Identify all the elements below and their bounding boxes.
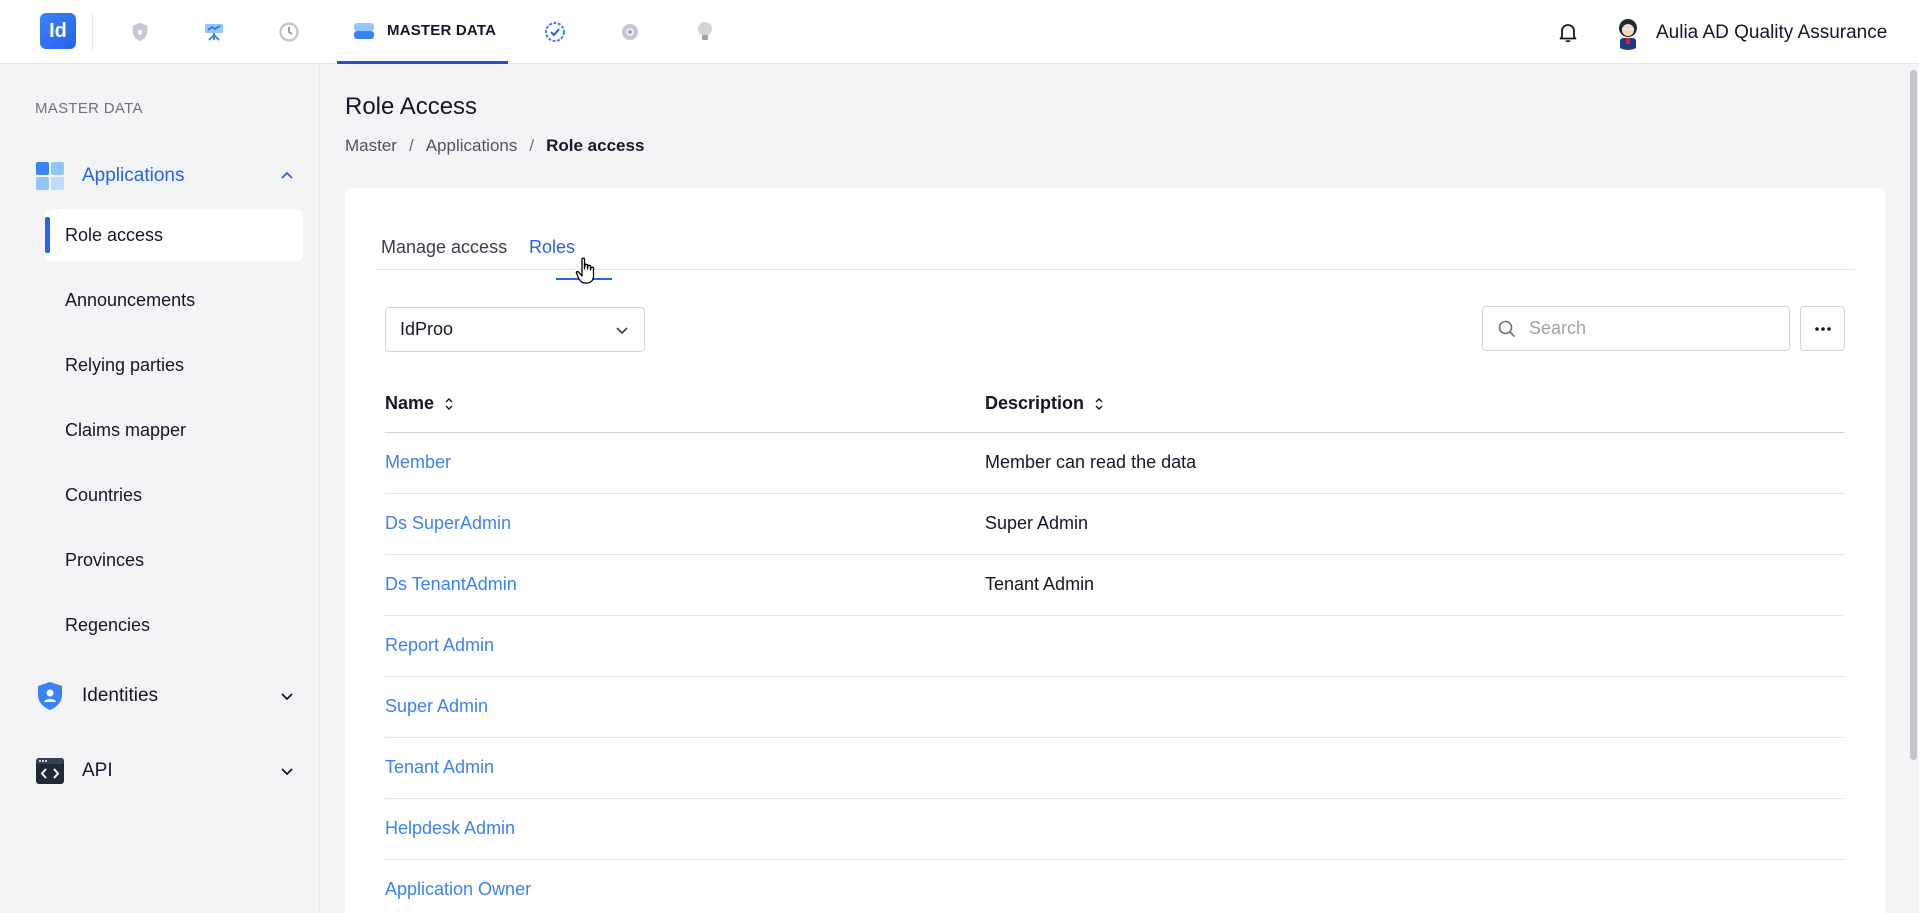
column-header-label: Description <box>985 393 1085 413</box>
sidebar-item-regencies[interactable]: Regencies <box>45 599 303 651</box>
table-row: Member Member can read the data <box>385 433 1845 494</box>
breadcrumb-item[interactable]: Master <box>345 136 397 156</box>
table-header: Name Description <box>385 393 1845 433</box>
sidebar-item-role-access[interactable]: Role access <box>45 209 303 261</box>
app-logo[interactable]: Id <box>40 13 76 49</box>
table-row: Helpdesk Admin <box>385 799 1845 860</box>
chevron-down-icon <box>616 326 628 334</box>
content-card: Manage access Roles IdProo Name Descript… <box>345 188 1885 913</box>
breadcrumb-current: Role access <box>546 136 645 155</box>
sidebar-group-api[interactable]: API <box>35 753 295 789</box>
sidebar-group-label: Identities <box>82 685 159 706</box>
role-name-link[interactable]: Member <box>385 452 451 473</box>
role-name-link[interactable]: Super Admin <box>385 696 488 717</box>
sort-icon <box>1095 397 1103 410</box>
role-description: Tenant Admin <box>985 574 1095 594</box>
role-name-link[interactable]: Ds TenantAdmin <box>385 574 517 595</box>
sidebar-item-label: Countries <box>65 484 143 505</box>
sidebar-item-provinces[interactable]: Provinces <box>45 534 303 586</box>
nav-master-data-label: MASTER DATA <box>387 22 497 39</box>
search-input[interactable] <box>1529 318 1769 339</box>
role-name-link[interactable]: Application Owner <box>385 879 531 900</box>
identity-shield-icon <box>38 682 62 710</box>
hand-cursor-icon <box>575 257 597 285</box>
table-row: Application Owner <box>385 860 1845 913</box>
breadcrumb: Master / Applications / Role access <box>345 136 644 156</box>
tab-manage-access[interactable]: Manage access <box>381 228 507 270</box>
history-icon[interactable] <box>275 18 303 46</box>
table-row: Tenant Admin <box>385 738 1845 799</box>
scrollbar-thumb[interactable] <box>1910 70 1917 760</box>
top-navigation-bar: Id MASTER DATA Aulia AD Quality Assuranc… <box>0 0 1919 64</box>
table-row: Ds TenantAdmin Tenant Admin <box>385 555 1845 616</box>
logo-text: Id <box>49 19 67 42</box>
nav-master-data[interactable]: MASTER DATA <box>337 0 508 64</box>
shield-icon[interactable] <box>126 18 154 46</box>
check-badge-icon[interactable] <box>541 18 569 46</box>
sidebar: MASTER DATA Applications Role access Ann… <box>0 64 320 913</box>
applications-icon <box>36 162 64 190</box>
table-row: Report Admin <box>385 616 1845 677</box>
tab-bar: Manage access Roles <box>375 228 1855 270</box>
role-name-link[interactable]: Report Admin <box>385 635 494 656</box>
table-row: Ds SuperAdmin Super Admin <box>385 494 1845 555</box>
sidebar-section-label: MASTER DATA <box>35 100 143 117</box>
sidebar-group-identities[interactable]: Identities <box>35 678 295 714</box>
user-name[interactable]: Aulia AD Quality Assurance <box>1656 22 1887 44</box>
sidebar-item-label: Provinces <box>65 549 145 570</box>
sidebar-group-applications[interactable]: Applications <box>35 158 295 194</box>
ellipsis-icon <box>1814 326 1831 331</box>
sidebar-item-claims-mapper[interactable]: Claims mapper <box>45 404 303 456</box>
table-body: Member Member can read the data Ds SuperA… <box>385 433 1845 913</box>
divider <box>92 14 93 50</box>
application-select[interactable]: IdProo <box>385 307 645 352</box>
sidebar-item-label: Claims mapper <box>65 419 187 440</box>
column-header-description[interactable]: Description <box>985 393 1104 414</box>
role-name-link[interactable]: Ds SuperAdmin <box>385 513 511 534</box>
bell-icon[interactable] <box>1556 20 1580 44</box>
sidebar-item-label: Relying parties <box>65 354 185 375</box>
sidebar-item-label: Role access <box>65 224 164 245</box>
column-header-name[interactable]: Name <box>385 393 454 414</box>
role-name-link[interactable]: Helpdesk Admin <box>385 818 515 839</box>
sidebar-item-announcements[interactable]: Announcements <box>45 274 303 326</box>
breadcrumb-item[interactable]: Applications <box>426 136 518 156</box>
sidebar-group-label: API <box>82 760 113 781</box>
sidebar-item-relying-parties[interactable]: Relying parties <box>45 339 303 391</box>
code-window-icon <box>36 758 64 784</box>
search-icon <box>1498 320 1516 337</box>
breadcrumb-separator: / <box>408 136 414 155</box>
chevron-up-icon <box>281 171 293 179</box>
table-row: Super Admin <box>385 677 1845 738</box>
chevron-down-icon <box>281 768 293 776</box>
sidebar-group-label: Applications <box>82 165 185 186</box>
master-data-icon <box>354 22 374 39</box>
application-select-value: IdProo <box>400 319 454 339</box>
sidebar-item-label: Announcements <box>65 289 196 310</box>
sidebar-item-label: Regencies <box>65 614 151 635</box>
role-name-link[interactable]: Tenant Admin <box>385 757 494 778</box>
sort-icon <box>445 397 453 410</box>
search-box[interactable] <box>1482 306 1790 351</box>
role-description: Super Admin <box>985 513 1089 533</box>
breadcrumb-separator: / <box>529 136 535 155</box>
more-options-button[interactable] <box>1800 306 1845 351</box>
bulb-icon[interactable] <box>691 18 719 46</box>
dashboard-icon[interactable] <box>200 18 228 46</box>
page-title: Role Access <box>345 93 478 120</box>
role-description: Member can read the data <box>985 452 1197 472</box>
chevron-down-icon <box>281 693 293 701</box>
avatar[interactable] <box>1610 14 1646 50</box>
sidebar-item-countries[interactable]: Countries <box>45 469 303 521</box>
tab-roles[interactable]: Roles <box>529 228 575 270</box>
column-header-label: Name <box>385 393 435 413</box>
settings-icon[interactable] <box>616 18 644 46</box>
page-scrollbar[interactable] <box>1908 64 1919 913</box>
